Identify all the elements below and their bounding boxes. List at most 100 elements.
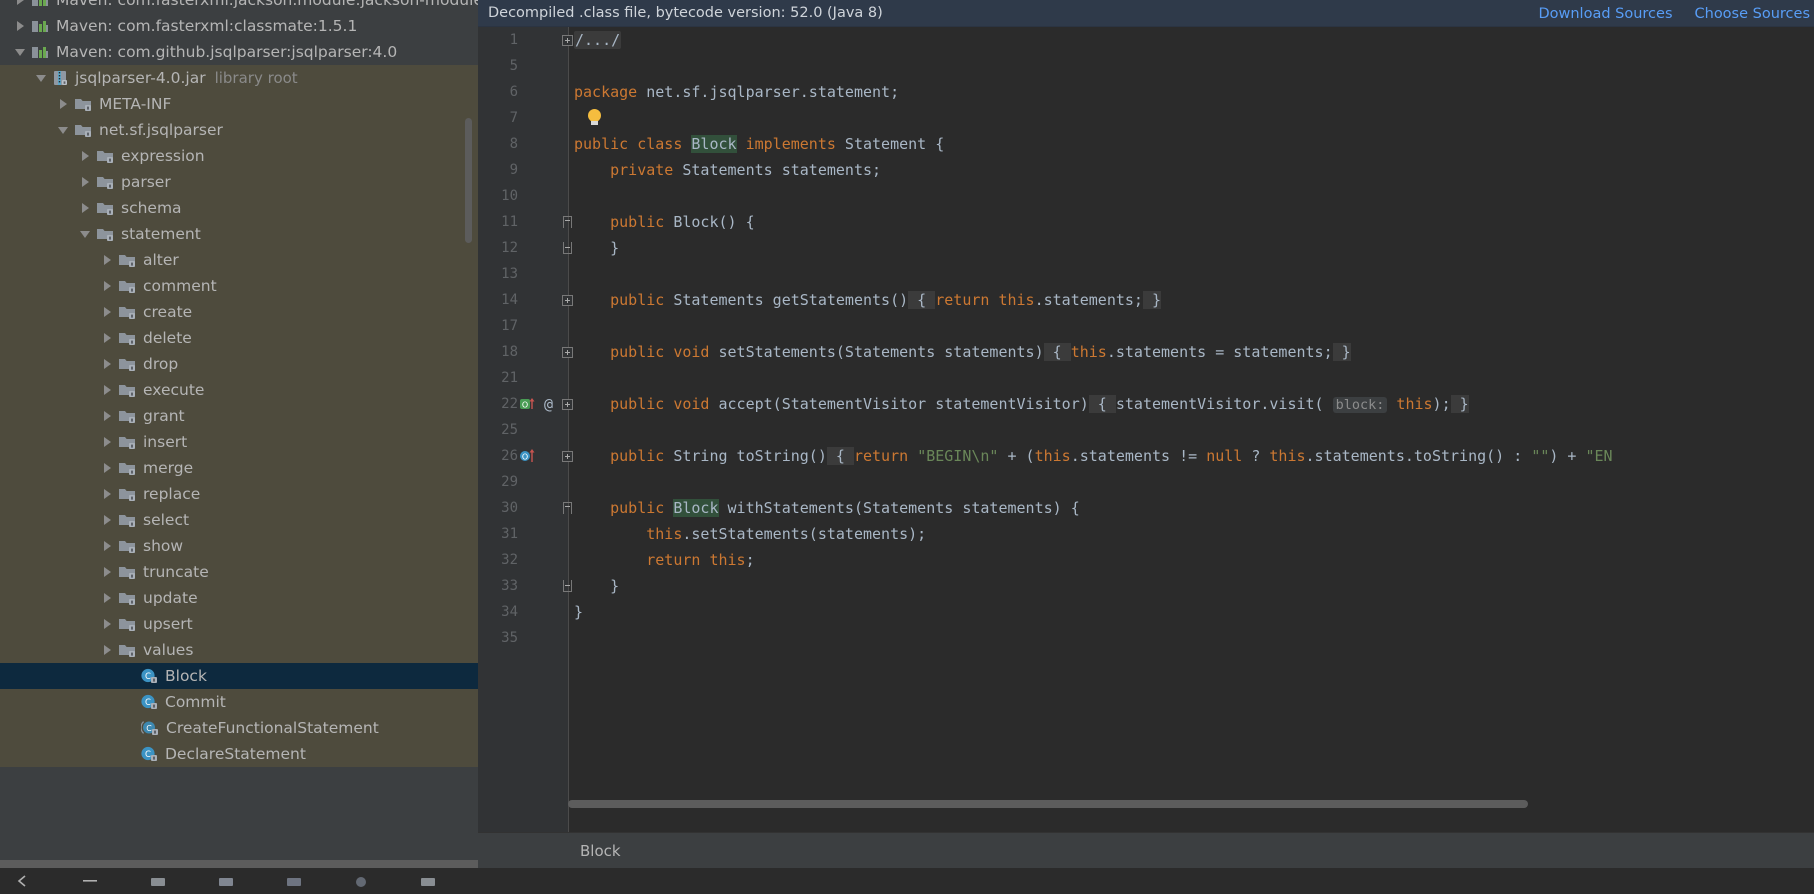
code-line[interactable]: 33 } [478, 573, 1814, 599]
code-line[interactable]: 26 O public String toString() { return "B… [478, 443, 1814, 469]
chevron-right-icon[interactable] [101, 539, 115, 553]
chevron-right-icon[interactable] [101, 565, 115, 579]
fold-expand-icon[interactable] [562, 399, 573, 410]
breadcrumb[interactable]: Block [580, 842, 621, 860]
os-taskbar[interactable] [0, 868, 1814, 894]
chevron-right-icon[interactable] [101, 331, 115, 345]
chevron-right-icon[interactable] [101, 305, 115, 319]
chevron-right-icon[interactable] [101, 383, 115, 397]
taskbar-terminal-icon[interactable] [286, 872, 302, 891]
fold-expand-icon[interactable] [562, 35, 573, 46]
code-lines[interactable]: 1 /.../ 5 6 package net.sf.jsqlparser.statem… [478, 27, 1814, 651]
fold-expand-icon[interactable] [562, 451, 573, 462]
chevron-right-icon[interactable] [79, 175, 93, 189]
taskbar-browser-icon[interactable] [354, 872, 368, 891]
tree-item-update[interactable]: update [0, 585, 478, 611]
code-line[interactable]: 34} [478, 599, 1814, 625]
chevron-right-icon[interactable] [101, 461, 115, 475]
choose-sources-link[interactable]: Choose Sources [1695, 6, 1811, 22]
code-line[interactable]: 8 public class Block implements Statement… [478, 131, 1814, 157]
code-line[interactable]: 13 [478, 261, 1814, 287]
tree-item-delete[interactable]: delete [0, 325, 478, 351]
fold-collapse-start-icon[interactable] [563, 502, 572, 514]
code-line[interactable]: 18 public void setStatements(Statements … [478, 339, 1814, 365]
tree-item-merge[interactable]: merge [0, 455, 478, 481]
chevron-right-icon[interactable] [101, 357, 115, 371]
chevron-right-icon[interactable] [101, 487, 115, 501]
fold-collapse-end-icon[interactable] [563, 580, 572, 592]
tree-item-comment[interactable]: comment [0, 273, 478, 299]
tree-item-values[interactable]: values [0, 637, 478, 663]
fold-expand-icon[interactable] [562, 347, 573, 358]
code-line[interactable]: 5 [478, 53, 1814, 79]
code-line[interactable]: 9 private Statements statements; [478, 157, 1814, 183]
tree-item-truncate[interactable]: truncate [0, 559, 478, 585]
tree-item-block[interactable]: C Block [0, 663, 478, 689]
editor-hscrollbar-thumb[interactable] [568, 800, 1528, 808]
code-line[interactable]: 17 [478, 313, 1814, 339]
fold-expand-icon[interactable] [562, 295, 573, 306]
chevron-right-icon[interactable] [101, 591, 115, 605]
taskbar-back-icon[interactable] [16, 872, 30, 891]
taskbar-menu-icon[interactable] [82, 872, 98, 891]
chevron-down-icon[interactable] [14, 45, 28, 59]
code-line[interactable]: 14 public Statements getStatements() { r… [478, 287, 1814, 313]
taskbar-app-icon[interactable] [218, 872, 234, 891]
chevron-right-icon[interactable] [79, 149, 93, 163]
code-line[interactable]: 1 /.../ [478, 27, 1814, 53]
chevron-down-icon[interactable] [79, 227, 93, 241]
project-tree-scrollbar[interactable] [465, 118, 472, 243]
taskbar-folder-icon[interactable] [150, 872, 166, 891]
chevron-right-icon[interactable] [79, 201, 93, 215]
tree-item-grant[interactable]: grant [0, 403, 478, 429]
code-line[interactable]: 30 public Block withStatements(Statement… [478, 495, 1814, 521]
fold-collapse-end-icon[interactable] [563, 242, 572, 254]
tree-item-net-sf-jsqlparser[interactable]: net.sf.jsqlparser [0, 117, 478, 143]
taskbar-idea-icon[interactable] [420, 872, 436, 891]
tree-item-upsert[interactable]: upsert [0, 611, 478, 637]
chevron-right-icon[interactable] [101, 253, 115, 267]
chevron-down-icon[interactable] [57, 123, 71, 137]
intention-bulb-icon[interactable] [588, 109, 601, 126]
code-editor[interactable]: 1 /.../ 5 6 package net.sf.jsqlparser.statem… [478, 27, 1814, 832]
code-line[interactable]: 7 [478, 105, 1814, 131]
chevron-right-icon[interactable] [101, 617, 115, 631]
project-tree[interactable]: Maven: com.fasterxml.jackson.module:jack… [0, 0, 478, 767]
chevron-right-icon[interactable] [14, 0, 28, 7]
tree-item-select[interactable]: select [0, 507, 478, 533]
tree-item-createfunctionalstatement[interactable]: C CreateFunctionalStatement [0, 715, 478, 741]
code-line[interactable]: 32 return this; [478, 547, 1814, 573]
tree-item-create[interactable]: create [0, 299, 478, 325]
chevron-right-icon[interactable] [14, 19, 28, 33]
tree-item-maven-com-fasterxml-jackson-module-jackson-module[interactable]: Maven: com.fasterxml.jackson.module:jack… [0, 0, 478, 13]
tree-item-drop[interactable]: drop [0, 351, 478, 377]
chevron-right-icon[interactable] [101, 409, 115, 423]
project-tree-panel[interactable]: Maven: com.fasterxml.jackson.module:jack… [0, 0, 478, 894]
chevron-right-icon[interactable] [101, 435, 115, 449]
tree-item-jsqlparser-4-0-jar[interactable]: jsqlparser-4.0.jar library root [0, 65, 478, 91]
tree-item-meta-inf[interactable]: META-INF [0, 91, 478, 117]
tree-item-parser[interactable]: parser [0, 169, 478, 195]
code-line[interactable]: 12 } [478, 235, 1814, 261]
chevron-right-icon[interactable] [57, 97, 71, 111]
tree-item-schema[interactable]: schema [0, 195, 478, 221]
chevron-right-icon[interactable] [101, 513, 115, 527]
tree-item-alter[interactable]: alter [0, 247, 478, 273]
code-line[interactable]: 29 [478, 469, 1814, 495]
code-line[interactable]: 22 O @ public void accept(StatementVisitor… [478, 391, 1814, 417]
tree-item-commit[interactable]: C Commit [0, 689, 478, 715]
tree-item-maven-com-github-jsqlparser-jsqlparser-4-0[interactable]: Maven: com.github.jsqlparser:jsqlparser:… [0, 39, 478, 65]
tree-item-maven-com-fasterxml-classmate-1-5-1[interactable]: Maven: com.fasterxml:classmate:1.5.1 [0, 13, 478, 39]
code-line[interactable]: 11 public Block() { [478, 209, 1814, 235]
code-line[interactable]: 21 [478, 365, 1814, 391]
download-sources-link[interactable]: Download Sources [1538, 6, 1672, 22]
tree-item-replace[interactable]: replace [0, 481, 478, 507]
code-line[interactable]: 31 this.setStatements(statements); [478, 521, 1814, 547]
code-line[interactable]: 25 [478, 417, 1814, 443]
chevron-right-icon[interactable] [101, 643, 115, 657]
tree-item-show[interactable]: show [0, 533, 478, 559]
fold-collapse-start-icon[interactable] [563, 216, 572, 228]
chevron-right-icon[interactable] [101, 279, 115, 293]
project-tree-hscrollbar[interactable] [0, 860, 478, 868]
code-line[interactable]: 6 package net.sf.jsqlparser.statement; [478, 79, 1814, 105]
